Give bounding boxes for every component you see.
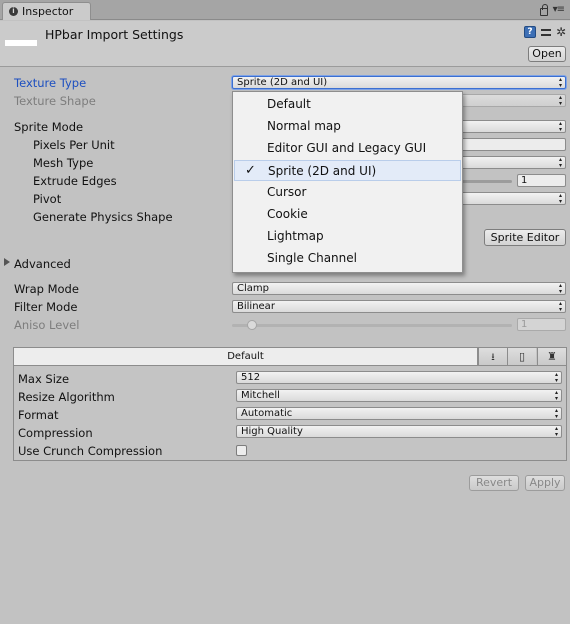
aniso-level-field: 1	[517, 318, 566, 331]
aniso-level-slider-thumb	[247, 320, 257, 330]
check-icon: ✓	[245, 163, 256, 178]
format-label: Format	[18, 408, 59, 422]
compression-value: High Quality	[241, 426, 303, 437]
header-icons: ? ✲	[523, 26, 566, 38]
max-size-label: Max Size	[18, 372, 70, 386]
inspector-header: HPbar Import Settings ? ✲ Open	[0, 21, 570, 67]
extrude-edges-field[interactable]: 1	[517, 174, 566, 187]
resize-algorithm-value: Mitchell	[241, 390, 280, 401]
tab-bar: i Inspector ▾≡	[0, 0, 570, 20]
resize-algorithm-label: Resize Algorithm	[18, 390, 115, 404]
tab-label: Inspector	[22, 5, 74, 18]
inspector-icon: i	[9, 7, 18, 16]
revert-button[interactable]: Revert	[469, 475, 519, 491]
menu-item-default[interactable]: Default	[234, 94, 461, 115]
wrap-mode-dropdown[interactable]: Clamp	[232, 280, 566, 297]
advanced-foldout[interactable]: Advanced	[14, 257, 71, 271]
help-icon[interactable]: ?	[523, 26, 536, 38]
foldout-icon[interactable]	[4, 258, 10, 266]
filter-mode-value: Bilinear	[237, 301, 275, 312]
filter-mode-label: Filter Mode	[14, 300, 78, 314]
format-dropdown[interactable]: Automatic	[236, 405, 562, 422]
menu-item-label: Sprite (2D and UI)	[268, 164, 377, 178]
pixels-per-unit-label: Pixels Per Unit	[33, 138, 115, 152]
compression-dropdown[interactable]: High Quality	[236, 423, 562, 440]
menu-item-single-channel[interactable]: Single Channel	[234, 248, 461, 269]
pivot-label: Pivot	[33, 192, 62, 206]
menu-item-label: Editor GUI and Legacy GUI	[267, 141, 427, 155]
extrude-edges-label: Extrude Edges	[33, 174, 117, 188]
menu-item-editor-gui[interactable]: Editor GUI and Legacy GUI	[234, 138, 461, 159]
asset-thumbnail	[5, 40, 37, 46]
tab-controls: ▾≡	[539, 3, 565, 16]
use-crunch-compression-checkbox[interactable]	[236, 445, 247, 456]
tab-standalone[interactable]: ⭳	[478, 348, 507, 365]
mesh-type-label: Mesh Type	[33, 156, 94, 170]
tab-default[interactable]: Default	[14, 348, 478, 365]
menu-item-label: Default	[267, 97, 311, 111]
menu-item-label: Lightmap	[267, 229, 324, 243]
download-icon: ⭳	[491, 352, 495, 363]
max-size-dropdown[interactable]: 512	[236, 369, 562, 386]
aniso-level-label: Aniso Level	[14, 318, 80, 332]
texture-type-dropdown[interactable]: Sprite (2D and UI)	[232, 74, 566, 91]
generate-physics-shape-label: Generate Physics Shape	[33, 210, 173, 224]
tab-inspector[interactable]: i Inspector	[2, 2, 91, 20]
platform-tabs: Default ⭳ ▯ ♜	[14, 348, 566, 366]
menu-item-label: Normal map	[267, 119, 341, 133]
apply-button[interactable]: Apply	[525, 475, 565, 491]
filter-mode-dropdown[interactable]: Bilinear	[232, 298, 566, 315]
tab-android[interactable]: ♜	[537, 348, 566, 365]
menu-item-label: Single Channel	[267, 251, 357, 265]
wrap-mode-value: Clamp	[237, 283, 269, 294]
texture-shape-label: Texture Shape	[14, 94, 96, 108]
menu-item-sprite[interactable]: ✓ Sprite (2D and UI)	[234, 160, 461, 181]
sprite-editor-button[interactable]: Sprite Editor	[484, 229, 566, 246]
open-button[interactable]: Open	[528, 46, 566, 62]
gear-icon[interactable]: ✲	[556, 26, 566, 38]
platform-settings-panel: Default ⭳ ▯ ♜ Max Size 512 Resize Algori…	[13, 347, 567, 461]
texture-type-value: Sprite (2D and UI)	[237, 77, 328, 88]
max-size-value: 512	[241, 372, 261, 383]
android-icon: ♜	[547, 350, 557, 363]
menu-item-cookie[interactable]: Cookie	[234, 204, 461, 225]
phone-icon: ▯	[518, 350, 526, 363]
menu-item-cursor[interactable]: Cursor	[234, 182, 461, 203]
wrap-mode-label: Wrap Mode	[14, 282, 79, 296]
aniso-level-slider	[232, 324, 512, 327]
compression-label: Compression	[18, 426, 93, 440]
format-value: Automatic	[241, 408, 293, 419]
menu-icon[interactable]: ▾≡	[553, 4, 565, 15]
use-crunch-compression-label: Use Crunch Compression	[18, 444, 163, 458]
tab-ios[interactable]: ▯	[507, 348, 536, 365]
texture-type-menu: Default Normal map Editor GUI and Legacy…	[232, 91, 463, 273]
menu-item-label: Cookie	[267, 207, 308, 221]
menu-item-label: Cursor	[267, 185, 307, 199]
preset-icon[interactable]	[540, 26, 552, 38]
sprite-mode-label: Sprite Mode	[14, 120, 84, 134]
lock-icon[interactable]	[539, 3, 548, 16]
menu-item-normal-map[interactable]: Normal map	[234, 116, 461, 137]
resize-algorithm-dropdown[interactable]: Mitchell	[236, 387, 562, 404]
texture-type-label: Texture Type	[14, 76, 87, 90]
page-title: HPbar Import Settings	[45, 27, 184, 42]
menu-item-lightmap[interactable]: Lightmap	[234, 226, 461, 247]
